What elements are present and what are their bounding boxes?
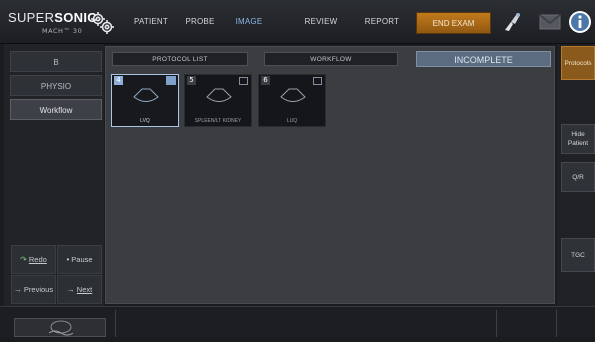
qr-button[interactable]: Q/R	[561, 162, 595, 192]
pause-button[interactable]: • Pause	[57, 245, 102, 274]
protocols-button[interactable]: Protocols	[561, 46, 595, 80]
tab-image[interactable]: IMAGE	[226, 0, 272, 44]
previous-icon: →	[13, 285, 22, 294]
protocol-thumb-5[interactable]: 5 SPLEEN/LT KIDNEY	[184, 74, 252, 127]
next-icon: →	[66, 285, 75, 294]
end-exam-button[interactable]: END EXAM	[416, 12, 491, 34]
tab-patient[interactable]: PATIENT	[126, 0, 176, 44]
tab-report[interactable]: REPORT	[356, 0, 408, 44]
mail-icon[interactable]	[538, 10, 562, 34]
thumb-caption: LVQ	[140, 118, 150, 124]
sector-icon	[206, 88, 232, 102]
tgc-button[interactable]: TGC	[561, 238, 595, 272]
info-icon[interactable]	[568, 10, 594, 34]
brand-logo: SUPERSONIC MACH™ 30	[8, 8, 114, 38]
model-name: MACH™ 30	[42, 27, 83, 35]
sector-icon	[133, 88, 159, 102]
workflow-header[interactable]: WORKFLOW	[264, 52, 398, 66]
bottom-logo-icon	[14, 318, 106, 337]
redo-icon: ↷	[20, 255, 27, 264]
previous-button[interactable]: → Previous	[11, 275, 56, 304]
pause-icon: •	[66, 255, 70, 264]
thumb-caption: SPLEEN/LT KIDNEY	[194, 118, 242, 124]
protocol-list-header[interactable]: PROTOCOL LIST	[112, 52, 248, 66]
sector-icon	[280, 88, 306, 102]
status-badge: INCOMPLETE	[416, 51, 551, 67]
protocol-thumb-4[interactable]: 4 LVQ	[111, 74, 179, 127]
hide-patient-button[interactable]: Hide Patient	[561, 124, 595, 154]
thumb-caption: LUQ	[286, 118, 298, 124]
mode-physio-button[interactable]: PHYSIO	[10, 75, 102, 96]
protocol-thumb-6[interactable]: 6 LUQ	[258, 74, 326, 127]
mode-b-button[interactable]: B	[10, 51, 102, 72]
gear-icon	[91, 12, 114, 34]
tab-review[interactable]: REVIEW	[294, 0, 348, 44]
redo-button[interactable]: ↷ Redo	[11, 245, 56, 274]
probe-icon[interactable]	[501, 10, 525, 34]
next-button[interactable]: → Next	[57, 275, 102, 304]
tab-probe[interactable]: PROBE	[178, 0, 222, 44]
mode-workflow-button[interactable]: Workflow	[10, 99, 102, 120]
